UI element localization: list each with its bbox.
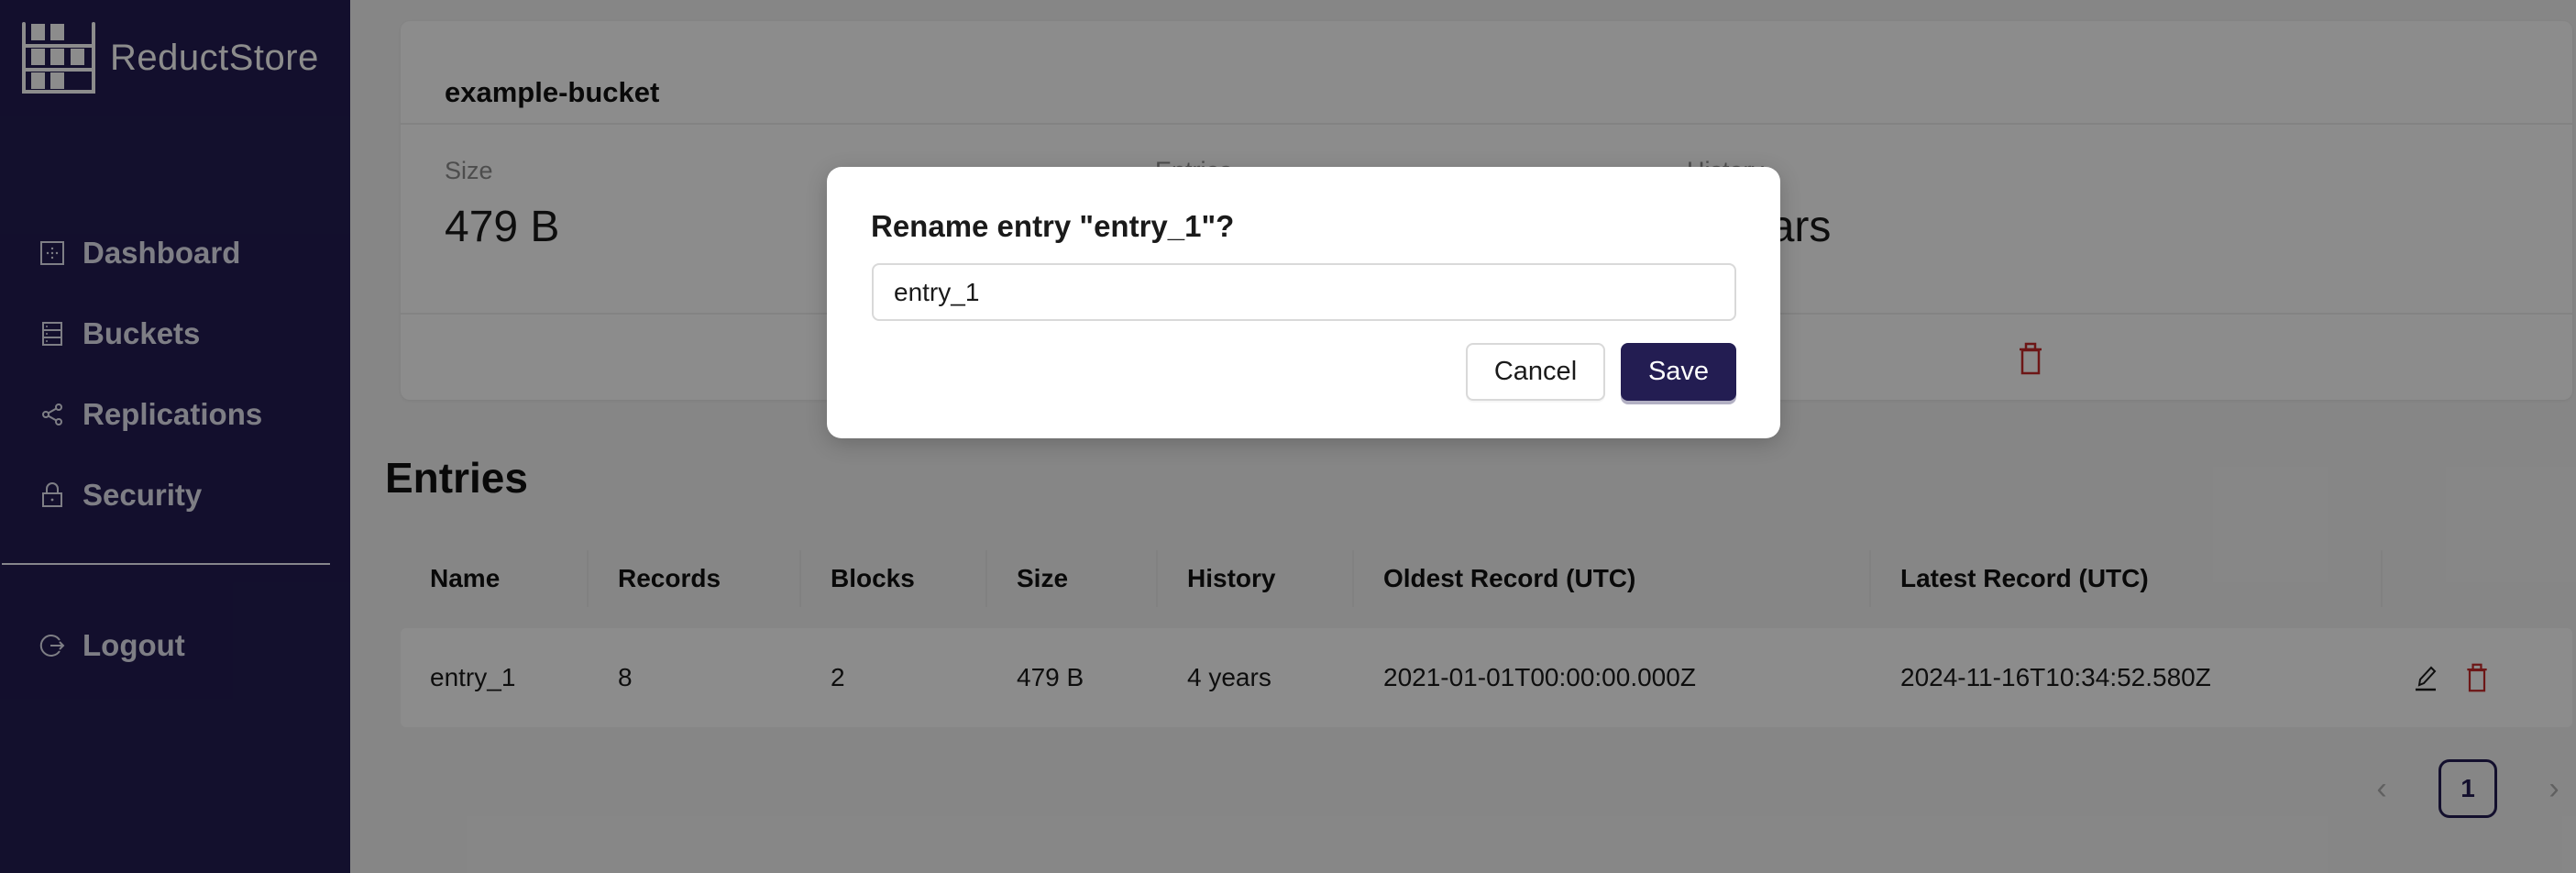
dialog-title: Rename entry "entry_1"? <box>871 209 1235 243</box>
save-button[interactable]: Save <box>1621 343 1736 401</box>
cancel-button[interactable]: Cancel <box>1466 343 1605 401</box>
entry-name-input[interactable] <box>872 263 1736 321</box>
rename-entry-dialog: Rename entry "entry_1"? Cancel Save <box>827 167 1780 438</box>
